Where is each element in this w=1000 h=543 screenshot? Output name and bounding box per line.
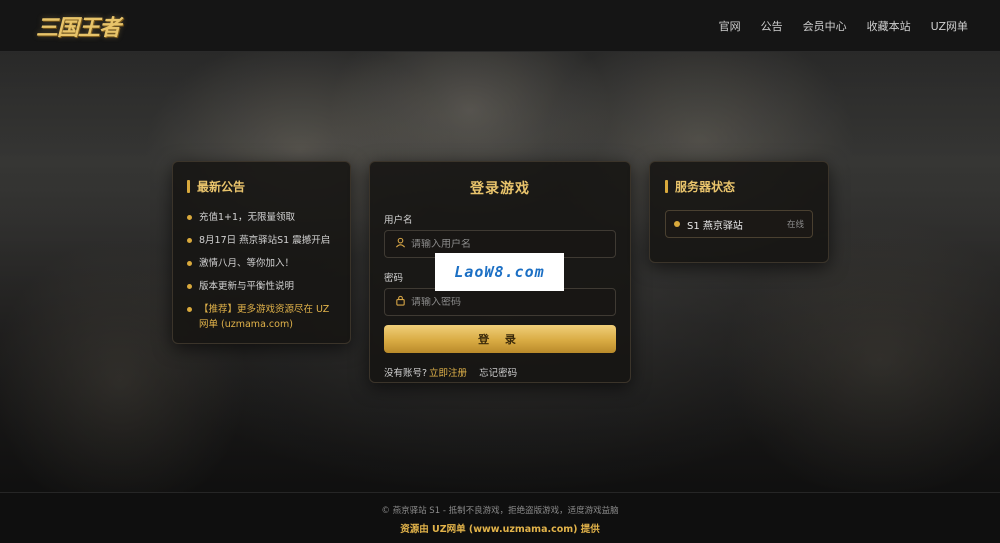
announcement-item-recommended[interactable]: 【推荐】更多游戏资源尽在 UZ网单 (uzmama.com) [187,302,336,332]
announcements-title: 最新公告 [197,180,246,194]
announcements-heading: 最新公告 [187,178,336,195]
site-logo[interactable]: 三国王者 [36,10,121,42]
announcement-item[interactable]: 充值1+1，无限量领取 [187,210,336,225]
announcement-item[interactable]: 版本更新与平衡性说明 [187,279,336,294]
announcement-item[interactable]: 8月17日 燕京驿站S1 震撼开启 [187,233,336,248]
login-title: 登录游戏 [470,181,530,197]
server-status-title: 服务器状态 [675,180,736,194]
nav-announcements[interactable]: 公告 [761,18,783,34]
lock-icon [395,295,411,309]
server-status-dot-icon [674,221,680,227]
announcement-item[interactable]: 激情八月、等你加入！ [187,256,336,271]
register-link[interactable]: 立即注册 [429,365,467,379]
server-state-badge: 在线 [786,220,804,230]
announcements-list: 充值1+1，无限量领取 8月17日 燕京驿站S1 震撼开启 激情八月、等你加入！… [187,210,336,332]
server-name: S1 燕京驿站 [687,220,743,232]
footer-credit-link[interactable]: 资源由 UZ网单 (www.uzmama.com) 提供 [0,521,1000,535]
server-row[interactable]: S1 燕京驿站 在线 [665,210,813,238]
announcements-panel: 最新公告 充值1+1，无限量领取 8月17日 燕京驿站S1 震撼开启 激情八月、… [172,161,351,344]
footer-copyright: © 燕京驿站 S1 - 抵制不良游戏，拒绝盗版游戏，适度游戏益脑 [381,506,619,516]
server-status-panel: 服务器状态 S1 燕京驿站 在线 [649,161,829,263]
page-footer: © 燕京驿站 S1 - 抵制不良游戏，拒绝盗版游戏，适度游戏益脑 资源由 UZ网… [0,492,1000,543]
watermark-overlay: LaoW8.com [435,253,564,291]
login-button[interactable]: 登 录 [384,325,616,353]
main-nav: 官网 公告 会员中心 收藏本站 UZ网单 [699,18,968,34]
username-input[interactable] [411,238,601,250]
no-account-text: 没有账号? [384,368,428,379]
bullet-dot-icon [187,238,192,243]
login-links: 没有账号? 立即注册 忘记密码 [384,365,616,379]
forgot-password-link[interactable]: 忘记密码 [479,365,517,379]
bullet-dot-icon [187,307,192,312]
title-accent-bar [665,180,668,193]
title-accent-bar [187,180,190,193]
bullet-dot-icon [187,215,192,220]
username-label: 用户名 [384,215,413,226]
nav-member-center[interactable]: 会员中心 [803,18,847,34]
watermark-text: LaoW8.com [454,263,545,281]
password-field-wrap[interactable] [384,288,616,316]
nav-bookmark-site[interactable]: 收藏本站 [867,18,911,34]
password-input[interactable] [411,296,601,308]
bullet-dot-icon [187,261,192,266]
nav-official-site[interactable]: 官网 [719,18,741,34]
top-navbar: 三国王者 官网 公告 会员中心 收藏本站 UZ网单 [0,0,1000,52]
nav-uz-wangdan[interactable]: UZ网单 [931,18,968,34]
user-icon [395,237,411,251]
bullet-dot-icon [187,284,192,289]
server-info: S1 燕京驿站 [674,217,743,232]
server-status-heading: 服务器状态 [665,178,813,195]
